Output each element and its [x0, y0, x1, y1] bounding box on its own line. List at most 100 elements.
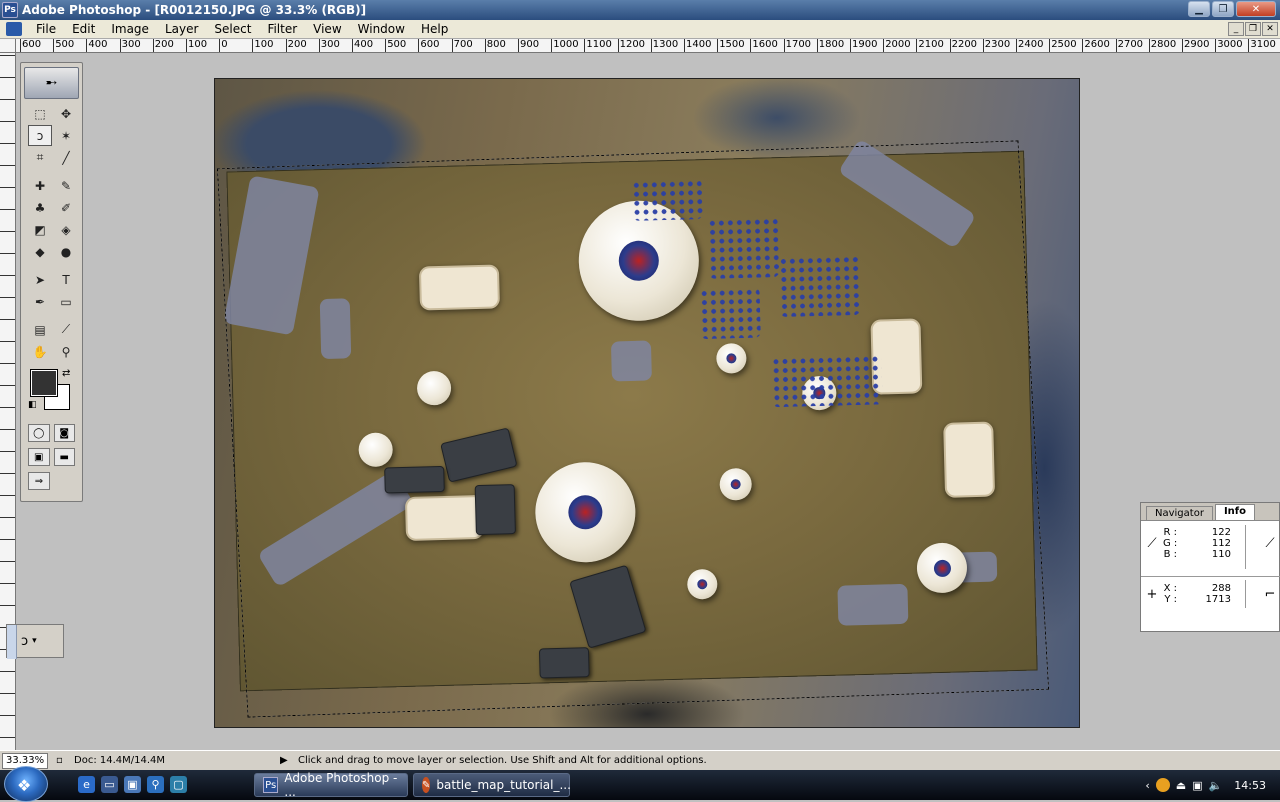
- search-icon[interactable]: ⚲: [147, 776, 164, 793]
- close-button[interactable]: ✕: [1236, 1, 1276, 17]
- type-tool[interactable]: T: [54, 269, 78, 290]
- title-bar[interactable]: Ps Adobe Photoshop - [R0012150.JPG @ 33.…: [0, 0, 1280, 20]
- ruler-tick-label: 2900: [1182, 39, 1209, 52]
- crop-tool[interactable]: ⌗: [28, 147, 52, 168]
- blur-tool[interactable]: ◆: [28, 241, 52, 262]
- hand-tool[interactable]: ✋: [28, 341, 52, 362]
- tool-separator: [28, 169, 78, 174]
- zoom-tool[interactable]: ⚲: [54, 341, 78, 362]
- menu-help[interactable]: Help: [413, 20, 456, 39]
- ruler-tick: [0, 55, 15, 56]
- tool-grid: ⬚ ✥ ↄ ✶ ⌗ ╱ ✚ ✎ ♣ ✐ ◩ ◈ ◆ ● ➤ T ✒ ▭ ▤ ⟋ ✋ ⚲: [21, 103, 82, 362]
- ruler-tick-label: 1400: [684, 39, 711, 52]
- volume-icon[interactable]: 🔈: [1209, 779, 1223, 792]
- toolbox-header-logo[interactable]: ➸: [24, 67, 79, 99]
- ruler-tick: [0, 693, 15, 694]
- taskbar-browser-button[interactable]: ✎ battle_map_tutorial_...: [413, 773, 571, 797]
- doc-minimize-button[interactable]: _: [1228, 22, 1244, 36]
- standard-mode-button[interactable]: ◯: [28, 424, 50, 442]
- green-value: 112: [1211, 538, 1231, 549]
- menu-image[interactable]: Image: [103, 20, 157, 39]
- ruler-tick: [0, 209, 15, 210]
- ruler-tick-label: 1300: [650, 39, 678, 52]
- ruler-tick-label: 1200: [617, 39, 645, 52]
- ruler-tick: [0, 605, 15, 606]
- standard-screen-mode-button[interactable]: ▣: [28, 448, 50, 466]
- slice-tool[interactable]: ╱: [54, 147, 78, 168]
- messenger-icon[interactable]: [1155, 778, 1170, 792]
- selection-marquee[interactable]: [216, 140, 1050, 718]
- menu-window[interactable]: Window: [350, 20, 413, 39]
- app-shortcut-icon[interactable]: ▢: [170, 776, 187, 793]
- ruler-tick-label: 100: [186, 39, 207, 52]
- eyedropper-tool[interactable]: ⟋: [54, 319, 78, 340]
- lasso-icon: ↄ: [21, 633, 29, 649]
- document-image[interactable]: [214, 78, 1080, 728]
- switch-windows-icon[interactable]: ▣: [124, 776, 141, 793]
- menu-select[interactable]: Select: [206, 20, 259, 39]
- color-swatches: ⇄ ◧: [28, 368, 78, 418]
- safely-remove-icon[interactable]: ⏏: [1176, 779, 1186, 792]
- maximize-button[interactable]: ❐: [1212, 1, 1234, 17]
- network-icon[interactable]: ▣: [1192, 779, 1202, 792]
- menu-layer[interactable]: Layer: [157, 20, 206, 39]
- status-bar: 33.33% ▫ Doc: 14.4M/14.4M ▶ Click and dr…: [0, 750, 1280, 770]
- tool-options-handle[interactable]: [7, 625, 17, 659]
- minimize-button[interactable]: ▁: [1188, 1, 1210, 17]
- tab-navigator[interactable]: Navigator: [1146, 506, 1213, 520]
- eraser-tool[interactable]: ◩: [28, 219, 52, 240]
- foreground-color-swatch[interactable]: [30, 369, 58, 397]
- move-tool[interactable]: ✥: [54, 103, 78, 124]
- marquee-tool[interactable]: ⬚: [28, 103, 52, 124]
- tool-separator: [28, 313, 78, 318]
- quick-mask-mode-button[interactable]: ◙: [53, 424, 75, 442]
- ruler-tick-label: 2200: [949, 39, 977, 52]
- ruler-tick: [0, 715, 15, 716]
- windows-logo-icon: ❖: [17, 776, 32, 795]
- menu-file[interactable]: File: [28, 20, 64, 39]
- tray-expand-icon[interactable]: ‹: [1145, 779, 1149, 792]
- path-selection-tool[interactable]: ➤: [28, 269, 52, 290]
- divider: [1245, 580, 1246, 608]
- full-screen-menu-mode-button[interactable]: ▬: [53, 448, 75, 466]
- notes-tool[interactable]: ▤: [28, 319, 52, 340]
- magic-wand-tool[interactable]: ✶: [54, 125, 78, 146]
- menu-filter[interactable]: Filter: [259, 20, 305, 39]
- lasso-tool[interactable]: ↄ: [28, 125, 52, 146]
- clone-stamp-tool[interactable]: ♣: [28, 197, 52, 218]
- tool-options-flyout[interactable]: ↄ ▾: [6, 624, 64, 659]
- clock[interactable]: 14:53: [1234, 779, 1266, 792]
- xy-labels: X : Y :: [1163, 583, 1177, 605]
- doc-size-info[interactable]: Doc: 14.4M/14.4M: [70, 755, 280, 766]
- ruler-tick-label: 1100: [584, 39, 612, 52]
- internet-explorer-icon[interactable]: e: [78, 776, 95, 793]
- ruler-corner[interactable]: [0, 39, 16, 53]
- menu-view[interactable]: View: [305, 20, 349, 39]
- start-button[interactable]: ❖: [4, 766, 48, 802]
- history-brush-tool[interactable]: ✐: [54, 197, 78, 218]
- dodge-tool[interactable]: ●: [54, 241, 78, 262]
- ruler-tick-label: 2100: [916, 39, 944, 52]
- doc-restore-button[interactable]: ❐: [1245, 22, 1261, 36]
- paint-bucket-tool[interactable]: ◈: [54, 219, 78, 240]
- info-palette: Navigator Info ⟋ R : G : B : 122 112 110…: [1140, 502, 1280, 632]
- status-menu-arrow-icon[interactable]: ▶: [280, 755, 292, 766]
- ruler-tick: [0, 429, 15, 430]
- doc-close-button[interactable]: ✕: [1262, 22, 1278, 36]
- ruler-tick-label: 600: [20, 39, 41, 52]
- show-desktop-icon[interactable]: ▭: [101, 776, 118, 793]
- horizontal-ruler[interactable]: 600 500 400 300 200 100 0 100 200 300 400 500 600 700…: [16, 39, 1280, 53]
- jump-to-imageready-button[interactable]: ⇒: [28, 472, 50, 490]
- brush-tool[interactable]: ✎: [54, 175, 78, 196]
- ruler-tick: [0, 473, 15, 474]
- menu-edit[interactable]: Edit: [64, 20, 103, 39]
- shape-tool[interactable]: ▭: [54, 291, 78, 312]
- ruler-tick: [0, 363, 15, 364]
- pen-tool[interactable]: ✒: [28, 291, 52, 312]
- swap-colors-icon[interactable]: ⇄: [62, 368, 70, 379]
- tab-info[interactable]: Info: [1214, 504, 1255, 520]
- default-colors-icon[interactable]: ◧: [28, 400, 37, 410]
- taskbar-photoshop-button[interactable]: Ps Adobe Photoshop - ...: [254, 771, 408, 799]
- document-icon[interactable]: [6, 22, 22, 36]
- healing-brush-tool[interactable]: ✚: [28, 175, 52, 196]
